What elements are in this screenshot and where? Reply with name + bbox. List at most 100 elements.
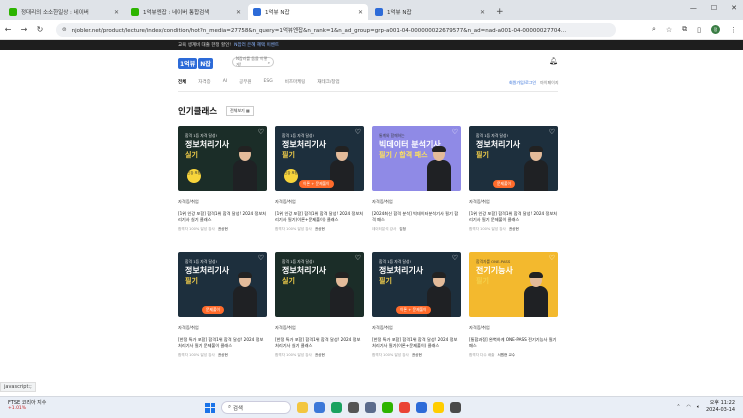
class-thumbnail[interactable]: ♡ 합격 1등 자격 달성! 정보처리기사 필기 이론 + 문제풀이 <box>372 252 461 317</box>
extensions-icon[interactable]: ⧉ <box>682 25 687 34</box>
reload-icon[interactable]: ↻ <box>32 25 48 34</box>
taskbar-app-icon[interactable] <box>382 402 393 413</box>
maximize-icon[interactable]: ☐ <box>711 4 717 12</box>
class-thumbnail[interactable]: ♡ 합격 1등 자격 달성! 정보처리기사 필기 이론 + 문제풀이 인강 포함 <box>275 126 364 191</box>
class-card[interactable]: ♡ 합격 1등 자격 달성! 정보처리기사 필기 문제풀이 자격증/취업 [1위 인강 포함… <box>469 126 558 232</box>
card-title[interactable]: [1위 인강 포함] 합격1위 합격 달성! 2024 정보처리기사 필기(이론… <box>275 211 364 223</box>
back-icon[interactable]: ← <box>0 25 16 34</box>
close-window-icon[interactable]: ✕ <box>731 4 737 12</box>
site-search-input[interactable]: N잡러를 돕을 이렇게! ⌕ <box>232 56 274 67</box>
promo-link[interactable]: N잡러 은혜 혜택 이벤트 <box>234 42 279 48</box>
heart-icon[interactable]: ♡ <box>258 254 264 262</box>
nav-item[interactable]: ESG <box>264 79 273 85</box>
tab-close-icon[interactable]: ✕ <box>480 9 485 16</box>
class-thumbnail[interactable]: ♡ 합격 1등 자격 달성! 정보처리기사 필기 문제풀이 <box>178 252 267 317</box>
taskbar-app-icon[interactable] <box>348 402 359 413</box>
nav-item[interactable]: 재테크/창업 <box>317 79 339 85</box>
heart-icon[interactable]: ♡ <box>355 128 361 136</box>
tab-close-icon[interactable]: ✕ <box>114 9 119 16</box>
browser-tab[interactable]: 정대리의 소소한일상 : 네이버 ✕ <box>4 4 124 20</box>
card-title[interactable]: [1위 인강 포함] 합격1위 합격 달성! 2024 정보처리기사 실기 클래… <box>178 211 267 223</box>
tab-label: 1억뷰 N잡 <box>265 10 290 16</box>
heart-icon[interactable]: ♡ <box>549 128 555 136</box>
card-title[interactable]: [한정 특가 포함] 합격1위 합격 달성! 2024 정보처리기사 필기 문제… <box>178 337 267 349</box>
url-field[interactable]: ⊜ njobler.net/product/lecture/index/cond… <box>56 22 616 37</box>
card-title[interactable]: [한정 특가 포함] 합격1위 합격 달성! 2024 정보처리기사 실기 클래… <box>275 337 364 349</box>
login-link[interactable]: 회원가입/로그인 <box>509 80 536 85</box>
nav-item[interactable]: 전체 <box>178 79 186 85</box>
taskbar-app-icon[interactable] <box>314 402 325 413</box>
tray-chevron-icon[interactable]: ⌃ <box>676 404 680 410</box>
site-logo[interactable]: 1억뷰 N잡 <box>178 58 214 69</box>
class-card[interactable]: ♡ 합격 1등 자격 달성! 정보처리기사 실기 인강 포함 자격증/취업 [1위 인강 포… <box>178 126 267 232</box>
card-category: 자격증/취업 <box>372 325 393 330</box>
class-card[interactable]: ♡ 합격 1등 자격 달성! 정보처리기사 실기 자격증/취업 [한정 특가 포함] 합격… <box>275 252 364 358</box>
card-title[interactable]: [한정 특가 포함] 합격1위 합격 달성! 2024 정보처리기사 필기(이론… <box>372 337 461 349</box>
card-title[interactable]: [통합과정] 완벽하게 ONE-PASS 전기기능사 필기 패스 <box>469 337 558 349</box>
card-category: 자격증/취업 <box>178 199 199 204</box>
heart-icon[interactable]: ♡ <box>258 128 264 136</box>
class-thumbnail[interactable]: ♡ 합격 1등 자격 달성! 정보처리기사 실기 인강 포함 <box>178 126 267 191</box>
zoom-icon[interactable]: ⌕ <box>652 25 656 34</box>
class-card[interactable]: ♡ 합격 1등 자격 달성! 정보처리기사 필기 이론 + 문제풀이자격증/취업 [한정 … <box>372 252 461 358</box>
tab-close-icon[interactable]: ✕ <box>236 9 241 16</box>
taskbar-app-icon[interactable] <box>297 402 308 413</box>
mypage-link[interactable]: 마이페이지 <box>540 80 558 85</box>
class-card[interactable]: ♡ 합격 1등 자격 달성! 정보처리기사 필기 문제풀이 자격증/취업 [한정 특가 포함… <box>178 252 267 358</box>
instructor-tag: 합격자 100% 달성 강사 <box>275 353 312 357</box>
sidebar-icon[interactable]: ▯ <box>697 26 701 34</box>
nav-item[interactable]: 비즈마케팅 <box>285 79 306 85</box>
nav-item[interactable]: AI <box>223 79 227 85</box>
wifi-icon[interactable]: ◠ <box>687 404 691 410</box>
heart-icon[interactable]: ♡ <box>452 254 458 262</box>
clock[interactable]: 오후 11:22 2024-03-14 <box>706 400 735 413</box>
card-category: 자격증/취업 <box>372 199 393 204</box>
heart-icon[interactable]: ♡ <box>549 254 555 262</box>
card-title[interactable]: [2024최신 합격 분석] 빅데이터분석기사 필기 합격 패스 <box>372 211 461 223</box>
forward-icon[interactable]: → <box>16 25 32 34</box>
class-card[interactable]: ♡ 합격자를 ONE-PASS 전기기능사 필기 자격증/취업 [통합과정] 완벽하게 O… <box>469 252 558 358</box>
search-icon[interactable]: ⌕ <box>268 60 270 65</box>
heart-icon[interactable]: ♡ <box>452 128 458 136</box>
view-all-button[interactable]: 전체보기 ▦ <box>226 106 254 116</box>
thumb-pill: 이론 + 문제풀이 <box>299 180 334 188</box>
class-card[interactable]: ♡ 통계와 함께하는 빅데이터 분석기사 필기 / 합격 패스자격증/취업 [2024최… <box>372 126 461 232</box>
class-thumbnail[interactable]: ♡ 합격자를 ONE-PASS 전기기능사 필기 <box>469 252 558 317</box>
profile-avatar[interactable]: 정 <box>711 25 720 34</box>
taskbar-search[interactable]: ⌕ 검색 <box>221 401 291 414</box>
browser-tab[interactable]: 1억뷰엔잡 : 네이버 통합검색 ✕ <box>126 4 246 20</box>
class-thumbnail[interactable]: ♡ 합격 1등 자격 달성! 정보처리기사 필기 문제풀이 <box>469 126 558 191</box>
card-category: 자격증/취업 <box>275 199 296 204</box>
taskbar-app-icon[interactable] <box>416 402 427 413</box>
thumb-level: 필기 / 합격 패스 <box>379 151 428 159</box>
minimize-icon[interactable]: — <box>690 4 697 12</box>
class-thumbnail[interactable]: ♡ 통계와 함께하는 빅데이터 분석기사 필기 / 합격 패스 <box>372 126 461 191</box>
taskbar-app-icon[interactable] <box>433 402 444 413</box>
stock-widget[interactable]: FTSE 코리아 지수 +1.01% <box>8 400 46 412</box>
nav-item[interactable]: 공무원 <box>239 79 251 85</box>
start-button[interactable] <box>205 402 215 413</box>
new-tab-button[interactable]: + <box>496 4 504 20</box>
taskbar-app-icon[interactable] <box>450 402 461 413</box>
class-thumbnail[interactable]: ♡ 합격 1등 자격 달성! 정보처리기사 실기 <box>275 252 364 317</box>
thumb-subtitle: 합격 1등 자격 달성! <box>185 133 218 138</box>
site-info-icon[interactable]: ⊜ <box>62 27 67 33</box>
nav-item[interactable]: 자격증 <box>198 79 210 85</box>
browser-tab[interactable]: 1억뷰 N잡 ✕ <box>248 4 368 20</box>
taskbar-app-icon[interactable] <box>365 402 376 413</box>
volume-icon[interactable]: 🔈︎ <box>697 404 700 410</box>
class-card[interactable]: ♡ 합격 1등 자격 달성! 정보처리기사 필기 이론 + 문제풀이 인강 포함자격증/취… <box>275 126 364 232</box>
bookmark-star-icon[interactable]: ☆ <box>666 26 672 34</box>
browser-tab[interactable]: 1억뷰 N잡 ✕ <box>370 4 490 20</box>
instructor-tag: 데이터분석 강사 <box>372 227 397 231</box>
tab-favicon-icon <box>253 8 261 16</box>
menu-icon[interactable]: ⋮ <box>730 26 737 34</box>
taskbar-app-icon[interactable] <box>331 402 342 413</box>
taskbar-app-icon[interactable] <box>399 402 410 413</box>
top-promo-banner[interactable]: 교육 생계비 대출 한정 할인! N잡러 은혜 혜택 이벤트 <box>0 40 743 50</box>
instructor-photo <box>233 146 257 191</box>
notification-bell-icon[interactable]: 🔔︎ <box>549 57 558 65</box>
heart-icon[interactable]: ♡ <box>355 254 361 262</box>
tab-close-icon[interactable]: ✕ <box>358 9 363 16</box>
card-title[interactable]: [1위 인강 포함] 합격1위 합격 달성! 2024 정보처리기사 필기 문제… <box>469 211 558 223</box>
